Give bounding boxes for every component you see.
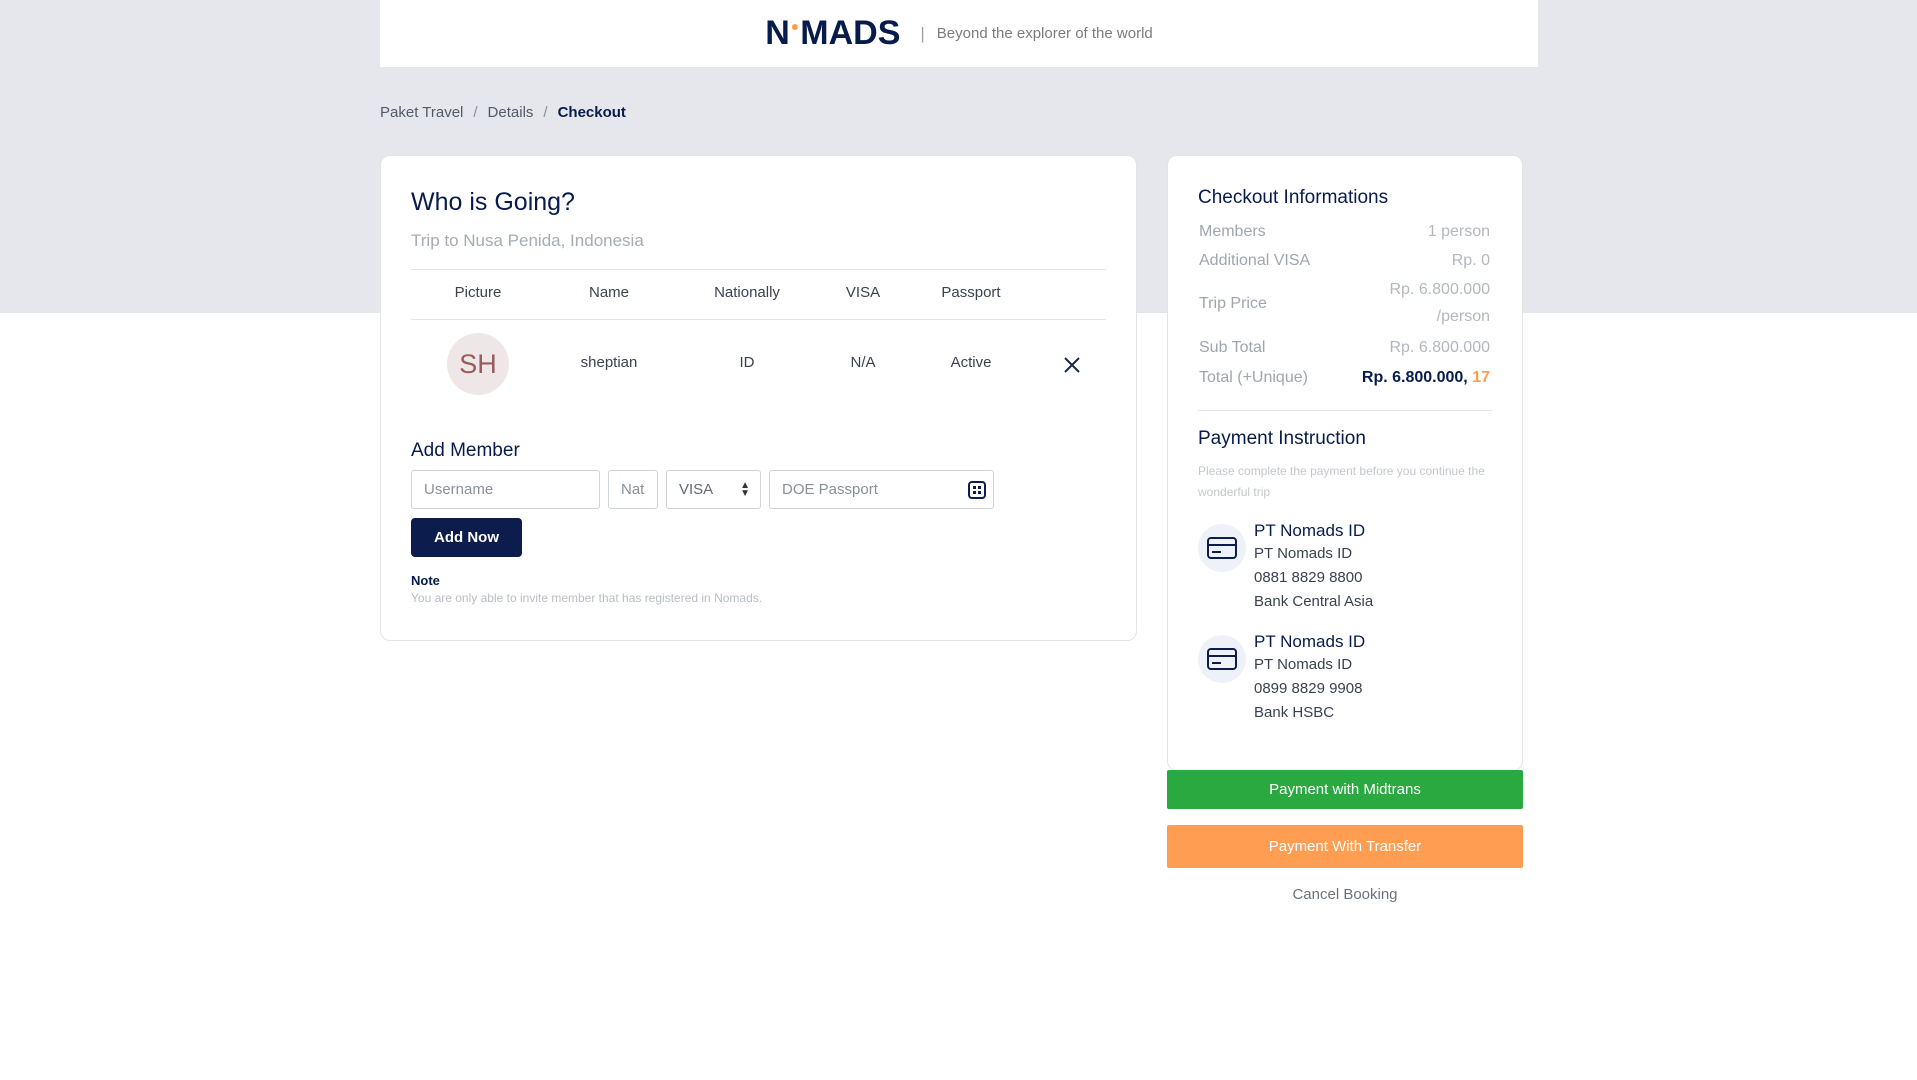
bank-holder: PT Nomads ID bbox=[1254, 656, 1353, 673]
credit-card-icon bbox=[1198, 635, 1246, 683]
bank-account-number: 0881 8829 8800 bbox=[1254, 569, 1363, 586]
select-arrows-icon: ▲ ▼ bbox=[740, 480, 750, 499]
member-passport: Active bbox=[950, 354, 992, 371]
calendar-icon[interactable] bbox=[967, 480, 987, 504]
column-header-visa: VISA bbox=[845, 284, 881, 301]
bank-name: Bank HSBC bbox=[1254, 704, 1335, 721]
total-unique-code: 17 bbox=[1472, 369, 1490, 386]
visa-select[interactable]: VISA ▲ ▼ bbox=[666, 470, 761, 509]
checkout-info-card: Checkout Informations Members 1 person A… bbox=[1167, 155, 1523, 771]
additional-visa-value: Rp. 0 bbox=[1451, 252, 1490, 269]
members-label: Members bbox=[1199, 223, 1266, 240]
breadcrumb-separator: / bbox=[473, 103, 478, 121]
breadcrumb-separator: / bbox=[543, 103, 548, 121]
payment-instruction-title: Payment Instruction bbox=[1198, 428, 1366, 449]
total-value: Rp. 6.800.000, 17 bbox=[1362, 369, 1490, 387]
bank-holder: PT Nomads ID bbox=[1254, 545, 1353, 562]
trip-price-value: Rp. 6.800.000 bbox=[1389, 281, 1490, 298]
breadcrumb-details[interactable]: Details bbox=[488, 104, 534, 121]
card-title: Who is Going? bbox=[411, 188, 575, 216]
nomads-logo[interactable]: N ● MADS bbox=[765, 14, 900, 53]
table-top-border bbox=[411, 269, 1106, 270]
cancel-booking-link[interactable]: Cancel Booking bbox=[1167, 886, 1523, 903]
member-nationality: ID bbox=[739, 354, 755, 371]
trip-price-label: Trip Price bbox=[1199, 295, 1267, 312]
trip-price-unit: /person bbox=[1436, 308, 1490, 325]
passport-date-input[interactable]: DOE Passport bbox=[769, 470, 994, 509]
username-input[interactable] bbox=[411, 470, 600, 509]
avatar: SH bbox=[447, 333, 509, 395]
remove-member-icon[interactable] bbox=[1061, 354, 1083, 376]
add-member-title: Add Member bbox=[411, 440, 520, 461]
breadcrumb: Paket Travel / Details / Checkout bbox=[380, 101, 626, 123]
bank-account-bca: PT Nomads ID PT Nomads ID 0881 8829 8800… bbox=[1198, 521, 1488, 621]
payment-instruction-subtitle: Please complete the payment before you c… bbox=[1198, 464, 1485, 499]
bank-name: Bank Central Asia bbox=[1254, 593, 1374, 610]
member-name: sheptian bbox=[580, 354, 638, 371]
trip-subtitle: Trip to Nusa Penida, Indonesia bbox=[411, 231, 644, 250]
bank-account-hsbc: PT Nomads ID PT Nomads ID 0899 8829 9908… bbox=[1198, 632, 1488, 732]
additional-visa-label: Additional VISA bbox=[1199, 252, 1311, 269]
member-visa: N/A bbox=[850, 354, 876, 371]
logo-left-text: N bbox=[765, 14, 790, 52]
payment-transfer-button[interactable]: Payment With Transfer bbox=[1167, 825, 1523, 868]
column-header-nationality: Nationally bbox=[714, 284, 780, 301]
column-header-picture: Picture bbox=[454, 284, 502, 301]
total-label: Total (+Unique) bbox=[1199, 369, 1308, 386]
passport-date-placeholder: DOE Passport bbox=[782, 481, 878, 498]
payment-midtrans-button[interactable]: Payment with Midtrans bbox=[1167, 770, 1523, 809]
subtotal-label: Sub Total bbox=[1199, 339, 1266, 356]
breadcrumb-paket-travel[interactable]: Paket Travel bbox=[380, 104, 463, 121]
who-is-going-card: Who is Going? Trip to Nusa Penida, Indon… bbox=[380, 155, 1137, 641]
divider bbox=[1198, 410, 1492, 411]
header-separator: | bbox=[920, 23, 925, 43]
column-header-passport: Passport bbox=[941, 284, 1001, 301]
bank-account-number: 0899 8829 9908 bbox=[1254, 680, 1363, 697]
table-header-border bbox=[411, 319, 1106, 320]
add-now-button[interactable]: Add Now bbox=[411, 518, 522, 557]
credit-card-icon bbox=[1198, 524, 1246, 572]
bank-title: PT Nomads ID bbox=[1254, 521, 1366, 540]
note-title: Note bbox=[411, 573, 440, 588]
note-text: You are only able to invite member that … bbox=[411, 591, 763, 605]
breadcrumb-checkout: Checkout bbox=[557, 103, 626, 121]
checkout-title: Checkout Informations bbox=[1198, 187, 1389, 208]
subtotal-value: Rp. 6.800.000 bbox=[1389, 339, 1490, 356]
bank-title: PT Nomads ID bbox=[1254, 632, 1366, 651]
members-value: 1 person bbox=[1427, 223, 1490, 240]
logo-right-text: MADS bbox=[800, 14, 901, 52]
total-amount: Rp. 6.800.000, bbox=[1361, 369, 1468, 386]
column-header-name: Name bbox=[588, 284, 630, 301]
logo-dot-icon: ● bbox=[790, 17, 800, 34]
header-tagline: Beyond the explorer of the world bbox=[936, 25, 1153, 42]
nationality-input[interactable] bbox=[608, 470, 658, 509]
site-header: N ● MADS | Beyond the explorer of the worl… bbox=[380, 0, 1538, 67]
visa-select-value: VISA bbox=[679, 481, 714, 498]
